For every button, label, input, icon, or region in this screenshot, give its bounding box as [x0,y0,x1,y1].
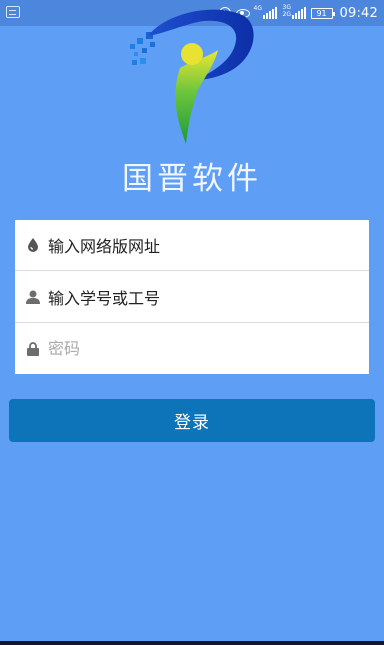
login-button[interactable]: 登录 [9,399,375,442]
password-input[interactable] [48,333,359,364]
battery-icon: 91 [310,7,335,19]
bottom-edge [0,641,384,645]
login-form [15,220,369,374]
user-row [15,271,369,323]
url-row [15,220,369,271]
signal-icon: 3G 2G [283,5,306,19]
app-logo [130,9,254,144]
password-row [15,323,369,374]
clock: 09:42 [339,5,378,21]
app-title: 国晋软件 [122,161,262,197]
signal-icon: 4G [254,6,277,19]
network-type-label: 2G [282,11,291,18]
user-icon [18,290,48,304]
lock-icon [18,341,48,356]
user-id-input[interactable] [48,281,359,312]
drop-icon [18,238,48,252]
app-notification-icon [6,6,20,18]
url-input[interactable] [48,230,359,260]
